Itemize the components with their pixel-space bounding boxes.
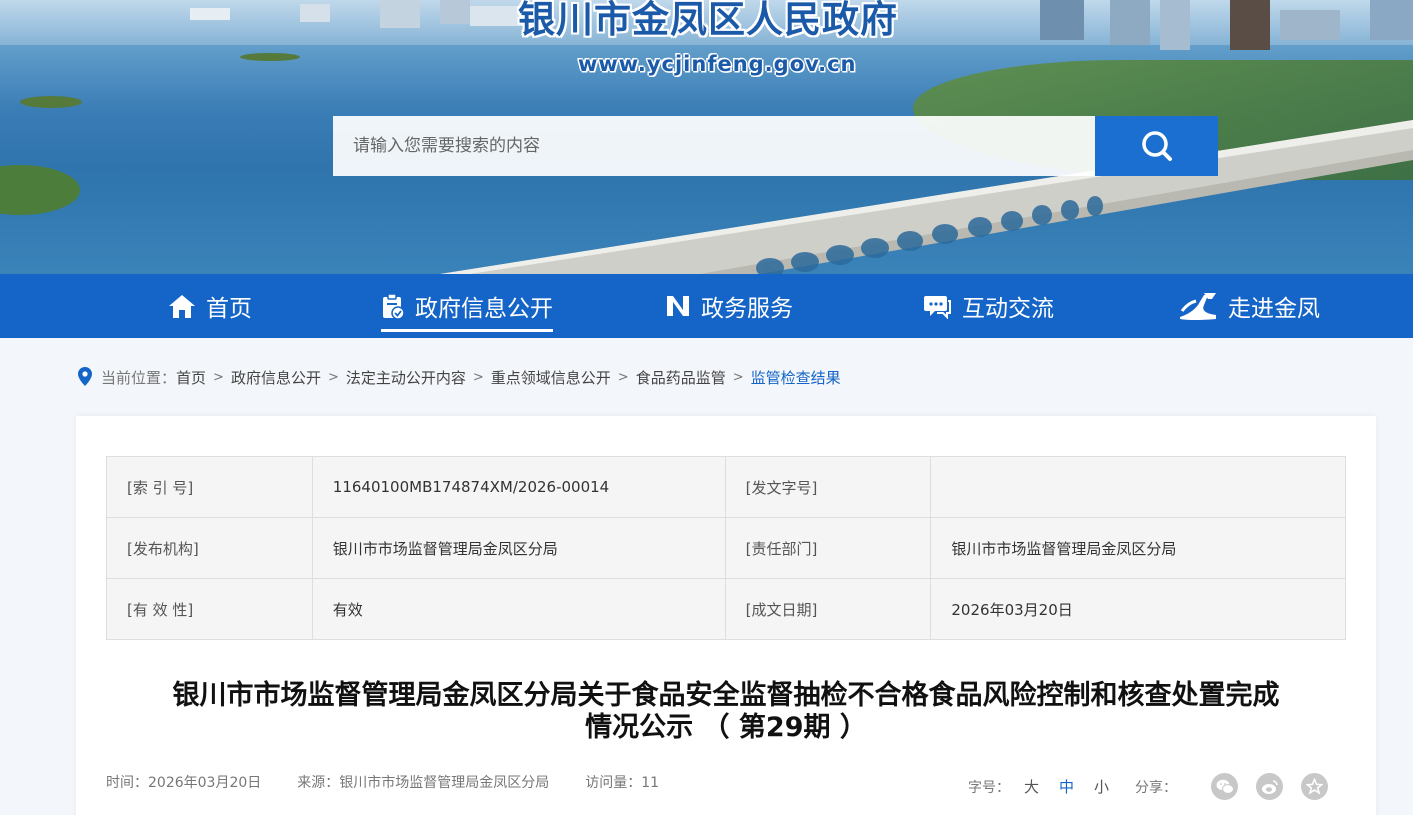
- meta-key-validity: [有 效 性]: [106, 578, 313, 640]
- search-input[interactable]: [333, 116, 1095, 176]
- nav-item-label: 走进金凤: [1228, 296, 1320, 322]
- breadcrumb-separator: >: [732, 369, 744, 385]
- nav-item-about[interactable]: 走进金凤: [1178, 274, 1320, 338]
- breadcrumb: 当前位置： 首页 > 政府信息公开 > 法定主动公开内容 > 重点领域信息公开 …: [77, 366, 841, 388]
- breadcrumb-label: 当前位置：: [101, 368, 177, 387]
- breadcrumb-item[interactable]: 首页: [176, 367, 206, 388]
- nav-item-home[interactable]: 首页: [168, 274, 252, 338]
- breadcrumb-separator: >: [327, 369, 339, 385]
- meta-key-publisher: [发布机构]: [106, 517, 313, 579]
- meta-key-doc-no: [发文字号]: [724, 456, 932, 518]
- meta-value-index-no: 11640100MB174874XM/2026-00014: [311, 456, 726, 518]
- site-title: 银川市金凤区人民政府: [518, 0, 898, 41]
- breadcrumb-item[interactable]: 重点领域信息公开: [491, 367, 611, 388]
- view-count: 访问量：11: [585, 775, 660, 791]
- nav-item-services[interactable]: 政务服务: [665, 274, 793, 338]
- article-card: [索 引 号] 11640100MB174874XM/2026-00014 [发…: [76, 416, 1376, 815]
- breadcrumb-current[interactable]: 监管检查结果: [751, 367, 841, 388]
- document-meta-table: [索 引 号] 11640100MB174874XM/2026-00014 [发…: [106, 456, 1346, 640]
- search-icon: [1141, 131, 1172, 161]
- nav-item-label: 首页: [206, 296, 252, 322]
- breadcrumb-separator: >: [617, 369, 629, 385]
- meta-key-written-date: [成文日期]: [724, 578, 932, 640]
- article-source: 来源：银川市市场监督管理局金凤区分局: [297, 775, 550, 791]
- meta-value-publisher: 银川市市场监督管理局金凤区分局: [311, 517, 726, 579]
- font-size-label: 字号：: [967, 779, 1010, 796]
- breadcrumb-item[interactable]: 法定主动公开内容: [346, 367, 466, 388]
- share-label: 分享：: [1135, 779, 1177, 796]
- search-button[interactable]: [1095, 116, 1218, 176]
- meta-row: [发布机构] 银川市市场监督管理局金凤区分局 [责任部门] 银川市市场监督管理局…: [106, 517, 1346, 579]
- nav-item-label: 互动交流: [962, 296, 1054, 322]
- site-url: www.ycjinfeng.gov.cn: [578, 52, 857, 76]
- breadcrumb-separator: >: [472, 369, 484, 385]
- weibo-icon[interactable]: [1256, 773, 1283, 800]
- meta-row: [有 效 性] 有效 [成文日期] 2026年03月20日: [106, 578, 1346, 640]
- main-nav: 首页 政府信息公开 政务服务 互动交流 走进金凤: [0, 274, 1413, 338]
- nav-item-label: 政务服务: [701, 296, 793, 322]
- font-size-medium[interactable]: 中: [1059, 776, 1074, 797]
- nav-item-label: 政府信息公开: [415, 296, 553, 322]
- nav-item-interaction[interactable]: 互动交流: [924, 274, 1054, 338]
- service-logo-icon: [665, 294, 691, 318]
- article-info: 时间：2026年03月20日 来源：银川市市场监督管理局金凤区分局 访问量：11: [106, 772, 695, 792]
- meta-row: [索 引 号] 11640100MB174874XM/2026-00014 [发…: [106, 456, 1346, 518]
- meta-value-doc-no: [930, 456, 1346, 518]
- meta-value-written-date: 2026年03月20日: [930, 578, 1346, 640]
- home-icon: [168, 293, 196, 319]
- article-title-line: 情况公示 （ 第29期 ）: [585, 712, 867, 743]
- breadcrumb-item[interactable]: 政府信息公开: [231, 367, 321, 388]
- breadcrumb-item[interactable]: 食品药品监管: [636, 367, 726, 388]
- font-size-large[interactable]: 大: [1024, 776, 1039, 797]
- font-size-small[interactable]: 小: [1094, 776, 1109, 797]
- publish-time: 时间：2026年03月20日: [106, 775, 262, 791]
- favorite-icon[interactable]: [1301, 773, 1328, 800]
- document-check-icon: [381, 293, 405, 319]
- meta-key-index-no: [索 引 号]: [106, 456, 313, 518]
- article-tools: 字号： 大 中 小 分享：: [968, 773, 1328, 800]
- chat-icon: [924, 293, 952, 319]
- location-pin-icon: [78, 367, 92, 386]
- article-title-line: 银川市市场监督管理局金凤区分局关于食品安全监督抽检不合格食品风险控制和核查处置完…: [172, 680, 1280, 711]
- wechat-icon[interactable]: [1211, 773, 1238, 800]
- nav-item-gov-info[interactable]: 政府信息公开: [381, 274, 553, 338]
- meta-key-department: [责任部门]: [724, 517, 932, 579]
- meta-value-validity: 有效: [311, 578, 726, 640]
- landmark-icon: [1178, 291, 1218, 321]
- article-title: 银川市市场监督管理局金凤区分局关于食品安全监督抽检不合格食品风险控制和核查处置完…: [106, 680, 1346, 744]
- search-bar: [333, 116, 1218, 176]
- breadcrumb-separator: >: [213, 369, 224, 385]
- header-banner: 银川市金凤区人民政府 www.ycjinfeng.gov.cn: [0, 0, 1413, 274]
- meta-value-department: 银川市市场监督管理局金凤区分局: [930, 517, 1346, 579]
